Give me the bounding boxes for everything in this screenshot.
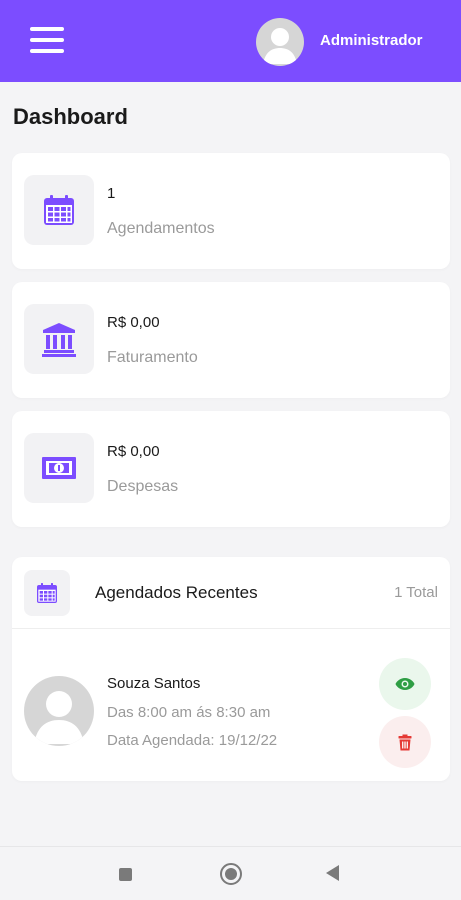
- eye-icon: [395, 678, 415, 690]
- stat-value: 1: [107, 185, 116, 202]
- avatar: [24, 676, 94, 746]
- hamburger-line: [30, 38, 64, 42]
- trash-icon: [398, 734, 412, 750]
- appointment-time: Das 8:00 am ás 8:30 am: [107, 704, 271, 721]
- menu-button[interactable]: [30, 27, 64, 55]
- bank-icon: [42, 323, 76, 357]
- appointment-date: Data Agendada: 19/12/22: [107, 732, 278, 749]
- user-silhouette-icon: [263, 28, 297, 64]
- user-silhouette-icon: [34, 691, 84, 744]
- money-bill-icon: [42, 457, 76, 479]
- stat-card-faturamento[interactable]: R$ 0,00 Faturamento: [12, 282, 450, 398]
- stat-label: Faturamento: [107, 349, 198, 366]
- home-icon-inner: [225, 868, 237, 880]
- app-header: Administrador: [0, 0, 461, 82]
- total-count: 1 Total: [394, 584, 438, 601]
- calendar-icon: [37, 583, 57, 603]
- stat-card-despesas[interactable]: R$ 0,00 Despesas: [12, 411, 450, 527]
- stat-value: R$ 0,00: [107, 314, 160, 331]
- divider: [12, 628, 450, 629]
- hamburger-line: [30, 49, 64, 53]
- page-title: Dashboard: [13, 104, 128, 129]
- delete-appointment-button[interactable]: [379, 716, 431, 768]
- stat-icon-box: [24, 175, 94, 245]
- stat-card-agendamentos[interactable]: 1 Agendamentos: [12, 153, 450, 269]
- hamburger-line: [30, 27, 64, 31]
- stat-value: R$ 0,00: [107, 443, 160, 460]
- system-navigation-bar: [0, 846, 461, 900]
- stat-label: Agendamentos: [107, 220, 215, 237]
- calendar-icon: [44, 195, 74, 225]
- stat-icon-box: [24, 433, 94, 503]
- stat-icon-box: [24, 304, 94, 374]
- section-title: Agendados Recentes: [95, 583, 258, 602]
- recent-appointments-card: Agendados Recentes 1 Total Souza Santos …: [12, 557, 450, 781]
- back-icon[interactable]: [326, 865, 339, 881]
- home-icon[interactable]: [220, 863, 242, 885]
- appointment-client-name: Souza Santos: [107, 675, 201, 692]
- view-appointment-button[interactable]: [379, 658, 431, 710]
- stat-label: Despesas: [107, 478, 179, 495]
- user-name[interactable]: Administrador: [320, 32, 423, 49]
- recent-apps-icon[interactable]: [119, 868, 132, 881]
- user-avatar[interactable]: [256, 18, 304, 66]
- recent-icon-box: [24, 570, 70, 616]
